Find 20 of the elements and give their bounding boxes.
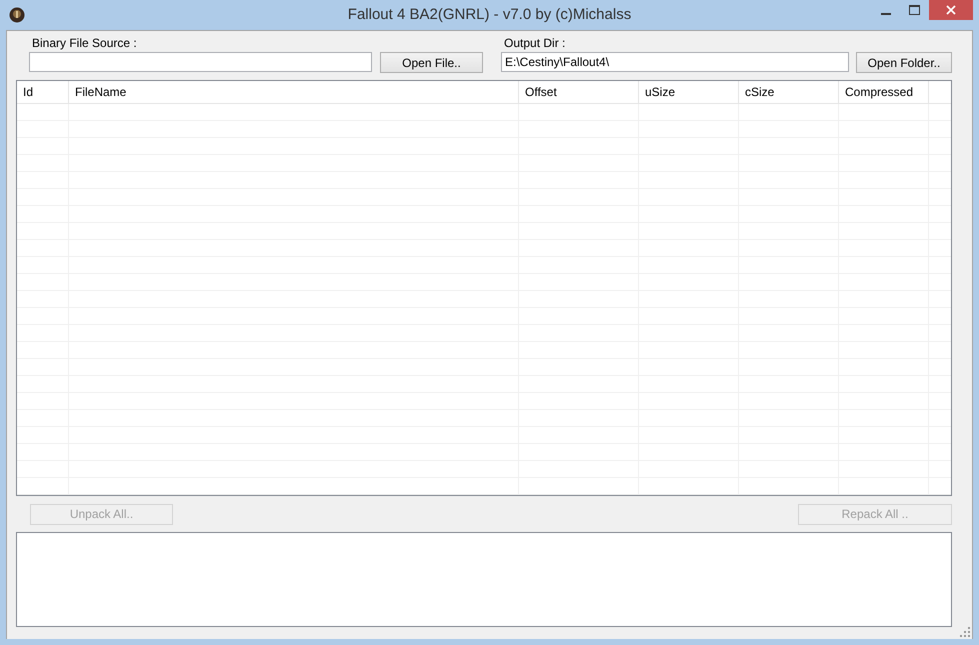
open-file-button[interactable]: Open File.. bbox=[380, 52, 483, 73]
column-header[interactable]: uSize bbox=[645, 81, 676, 103]
column-header[interactable]: FileName bbox=[75, 81, 126, 103]
minimize-icon bbox=[880, 12, 890, 14]
window-title: Fallout 4 BA2(GNRL) - v7.0 by (c)Michalss bbox=[348, 6, 632, 23]
open-folder-button[interactable]: Open Folder.. bbox=[856, 52, 952, 73]
resize-grip-icon[interactable] bbox=[960, 627, 970, 637]
log-area[interactable] bbox=[16, 532, 952, 627]
maximize-icon bbox=[909, 5, 920, 15]
app-icon bbox=[9, 7, 25, 23]
close-icon bbox=[946, 5, 956, 15]
field-label: Output Dir : bbox=[503, 35, 566, 52]
column-header[interactable]: Offset bbox=[525, 81, 557, 103]
column-header[interactable]: cSize bbox=[745, 81, 774, 103]
close-button[interactable] bbox=[929, 0, 973, 20]
column-header[interactable]: Compressed bbox=[845, 81, 914, 103]
source-field[interactable] bbox=[29, 52, 372, 72]
field-label: Binary File Source : bbox=[31, 35, 138, 52]
column-header[interactable]: Id bbox=[23, 81, 34, 103]
output-dir-field[interactable]: E:\Cestiny\Fallout4\ bbox=[501, 52, 849, 72]
